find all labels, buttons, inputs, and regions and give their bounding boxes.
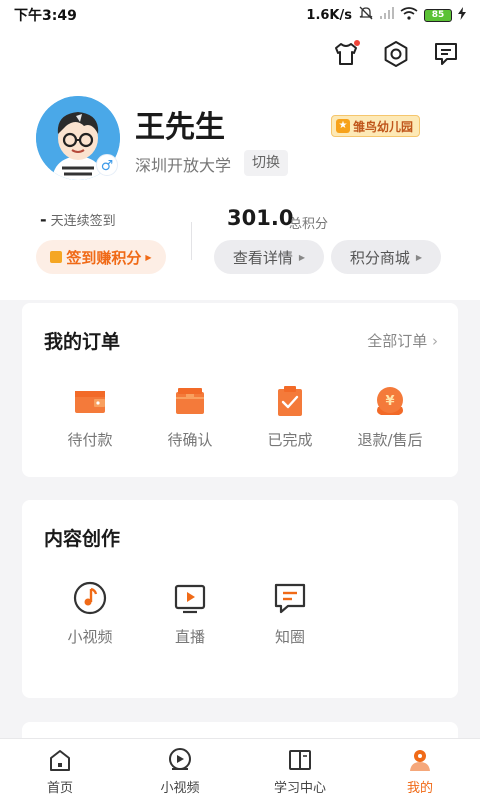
status-time: 下午3:49 bbox=[14, 8, 77, 24]
profile-icon bbox=[407, 747, 433, 773]
level-badge[interactable]: ★ 雏鸟幼儿园 bbox=[331, 115, 421, 137]
nav-label: 我的 bbox=[406, 781, 433, 796]
all-orders-link[interactable]: 全部订单 › bbox=[367, 330, 438, 351]
order-item-label: 退款/售后 bbox=[357, 431, 423, 449]
chevron-right-icon: › bbox=[427, 332, 438, 350]
creation-item-label: 知圈 bbox=[274, 628, 305, 646]
points-mall-button[interactable]: 积分商城 ▶ bbox=[331, 240, 441, 274]
mute-icon bbox=[358, 6, 374, 24]
svg-text:¥: ¥ bbox=[385, 394, 394, 409]
divider bbox=[191, 222, 192, 260]
caret-right-icon: ▶ bbox=[145, 252, 152, 262]
book-icon bbox=[287, 747, 313, 773]
creation-item-label: 小视频 bbox=[67, 628, 113, 646]
header-actions bbox=[332, 40, 460, 68]
switch-school-button[interactable]: 切换 bbox=[244, 150, 288, 176]
video-play-icon bbox=[167, 747, 193, 773]
settings-icon[interactable] bbox=[382, 40, 410, 68]
nav-label: 小视频 bbox=[160, 781, 200, 796]
creation-live[interactable]: 直播 bbox=[145, 580, 235, 647]
battery-icon: 85 bbox=[424, 8, 452, 22]
caret-right-icon: ▶ bbox=[415, 252, 423, 262]
charging-icon bbox=[458, 6, 466, 24]
order-item-label: 待确认 bbox=[167, 431, 213, 449]
order-pending-confirm[interactable]: 待确认 bbox=[145, 383, 235, 450]
points-value: 301.0 bbox=[227, 206, 294, 230]
creation-circle[interactable]: 知圈 bbox=[245, 580, 335, 647]
sign-in-button[interactable]: 签到赚积分 ▶ bbox=[36, 240, 166, 274]
order-refund[interactable]: ¥ 退款/售后 bbox=[345, 383, 435, 450]
sign-in-label: 签到赚积分 bbox=[66, 248, 142, 267]
caret-right-icon: ▶ bbox=[298, 252, 306, 262]
level-badge-label: 雏鸟幼儿园 bbox=[353, 119, 414, 134]
points-details-button[interactable]: 查看详情 ▶ bbox=[214, 240, 324, 274]
order-item-label: 待付款 bbox=[67, 431, 113, 449]
play-screen-icon bbox=[172, 580, 208, 616]
network-speed: 1.6K/s bbox=[306, 7, 352, 23]
streak-value: - bbox=[40, 210, 47, 229]
all-orders-label: 全部订单 bbox=[367, 332, 428, 350]
creation-short-video[interactable]: 小视频 bbox=[45, 580, 135, 647]
battery-level: 85 bbox=[431, 9, 445, 20]
content-creation-card: 内容创作 小视频 直播 知圈 bbox=[22, 500, 458, 698]
orders-card: 我的订单 全部订单 › 待付款 待确认 已完成 ¥ 退款/售后 bbox=[22, 303, 458, 477]
nav-learning-center[interactable]: 学习中心 bbox=[240, 739, 360, 800]
order-completed[interactable]: 已完成 bbox=[245, 383, 335, 450]
nav-home[interactable]: 首页 bbox=[0, 739, 120, 800]
chat-bubble-icon bbox=[272, 580, 308, 616]
wallet-icon bbox=[72, 383, 108, 419]
order-pending-payment[interactable]: 待付款 bbox=[45, 383, 135, 450]
home-icon bbox=[47, 747, 73, 773]
content-creation-title: 内容创作 bbox=[44, 528, 121, 550]
nav-label: 首页 bbox=[46, 781, 73, 796]
clipboard-check-icon bbox=[272, 383, 308, 419]
nav-short-video[interactable]: 小视频 bbox=[120, 739, 240, 800]
user-name: 王先生 bbox=[135, 110, 225, 145]
notification-dot bbox=[354, 40, 360, 46]
gender-male-icon: ♂ bbox=[96, 154, 118, 176]
star-icon: ★ bbox=[336, 119, 350, 133]
school-name: 深圳开放大学 bbox=[135, 156, 232, 175]
nav-mine[interactable]: 我的 bbox=[360, 739, 480, 800]
status-bar: 下午3:49 1.6K/s 85 bbox=[0, 0, 480, 30]
order-item-label: 已完成 bbox=[267, 431, 313, 449]
streak-label: 天连续签到 bbox=[50, 214, 116, 229]
coin-icon bbox=[50, 251, 63, 263]
message-icon[interactable] bbox=[432, 40, 460, 68]
points-mall-label: 积分商城 bbox=[349, 248, 410, 267]
orders-title: 我的订单 bbox=[44, 331, 121, 353]
nav-label: 学习中心 bbox=[273, 781, 326, 796]
bottom-nav: 首页 小视频 学习中心 我的 bbox=[0, 738, 480, 800]
music-note-icon bbox=[72, 580, 108, 616]
refund-yen-icon: ¥ bbox=[372, 383, 408, 419]
creation-item-label: 直播 bbox=[174, 628, 205, 646]
points-details-label: 查看详情 bbox=[232, 248, 293, 267]
wifi-icon bbox=[400, 6, 418, 24]
shirt-icon[interactable] bbox=[332, 40, 360, 68]
signal-icon bbox=[380, 7, 394, 23]
package-icon bbox=[172, 383, 208, 419]
status-indicators: 1.6K/s 85 bbox=[306, 6, 466, 24]
sign-in-streak: - 天连续签到 bbox=[40, 210, 116, 229]
points-label: 总积分 bbox=[289, 217, 329, 232]
